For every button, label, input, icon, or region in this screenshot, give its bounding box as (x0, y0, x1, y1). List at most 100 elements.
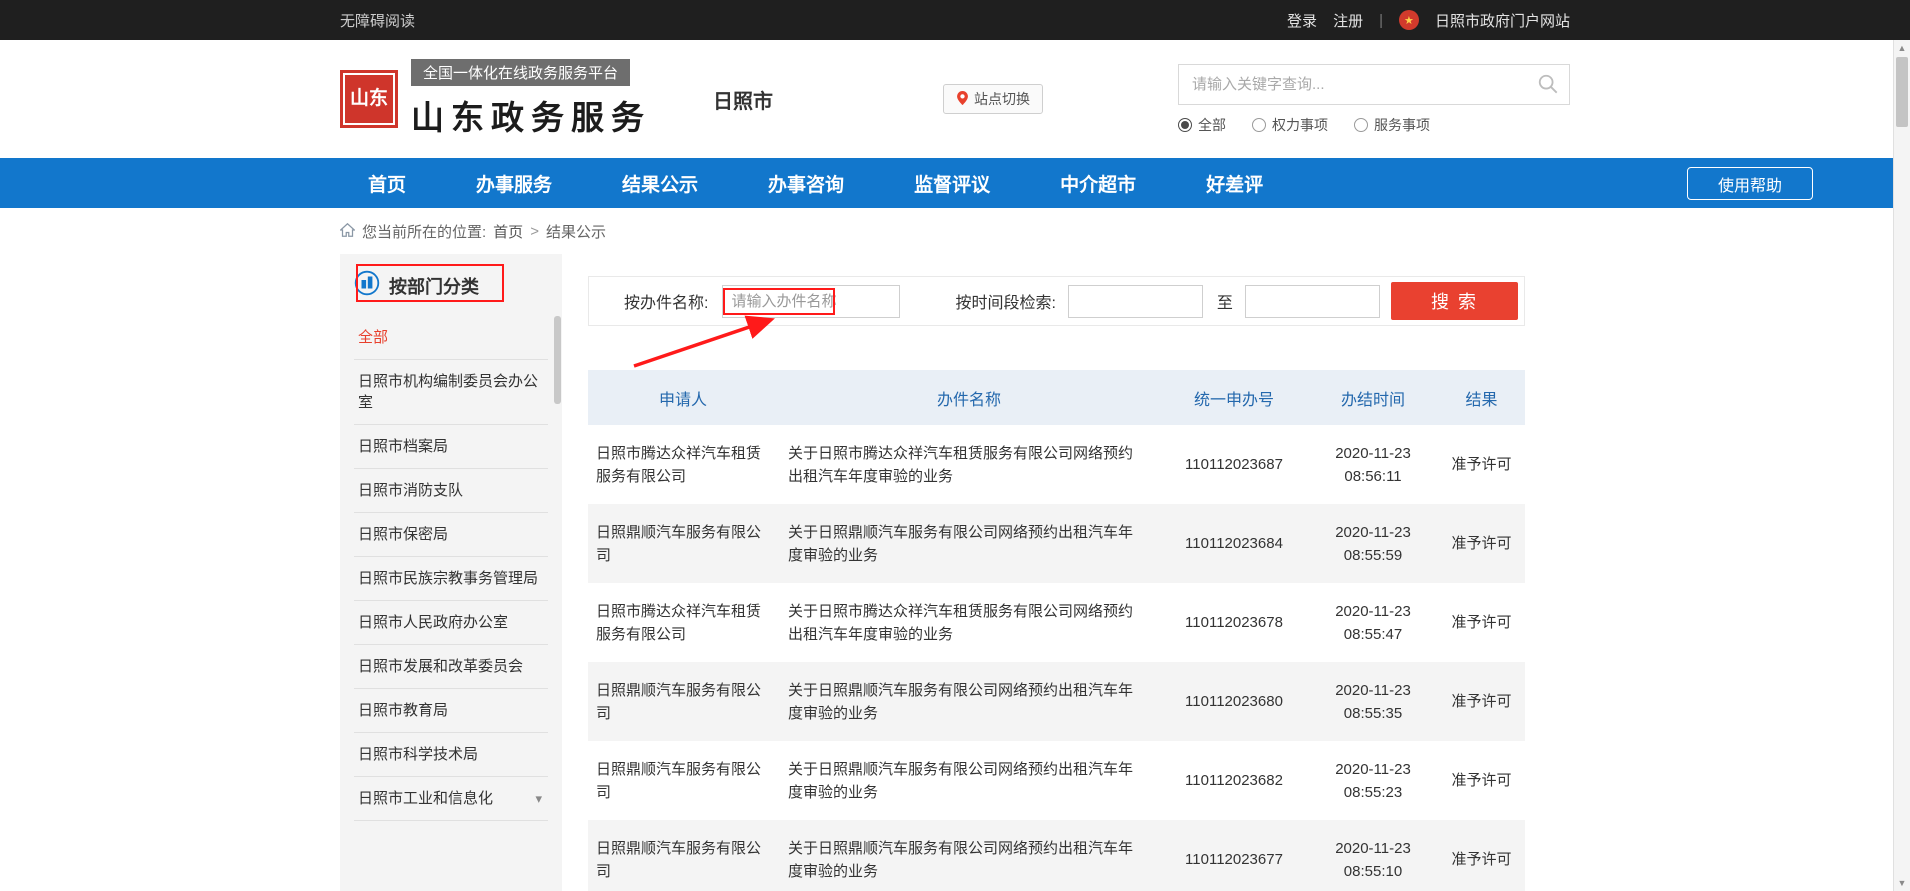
scrollbar-down-arrow[interactable]: ▼ (1894, 878, 1910, 888)
topbar-separator: | (1379, 12, 1383, 29)
breadcrumb-home-link[interactable]: 首页 (493, 221, 523, 242)
cell-apply-id: 110112023684 (1160, 504, 1308, 583)
nav-item-supervision[interactable]: 监督评议 (914, 170, 990, 197)
sidebar-item-education-bureau[interactable]: 日照市教育局 (354, 689, 548, 733)
search-area: 全部 权力事项 服务事项 (1178, 64, 1570, 135)
search-scope-radios: 全部 权力事项 服务事项 (1178, 115, 1570, 135)
sidebar-item-org-committee-office[interactable]: 日照市机构编制委员会办公室 (354, 360, 548, 425)
breadcrumb-prefix: 您当前所在的位置: (362, 221, 486, 242)
radio-unchecked-icon (1354, 118, 1368, 132)
radio-all[interactable]: 全部 (1178, 115, 1226, 135)
finish-clock: 08:56:11 (1344, 465, 1401, 488)
table-row[interactable]: 日照市腾达众祥汽车租赁服务有限公司 关于日照市腾达众祥汽车租赁服务有限公司网络预… (588, 425, 1525, 504)
sidebar-item-fire-brigade[interactable]: 日照市消防支队 (354, 469, 548, 513)
item-name-input[interactable] (722, 285, 900, 318)
sidebar-item-government-office[interactable]: 日照市人民政府办公室 (354, 601, 548, 645)
column-header-item-name: 办件名称 (778, 370, 1160, 425)
radio-service-items-label: 服务事项 (1374, 115, 1430, 135)
cell-finish-time: 2020-11-23 08:55:47 (1308, 583, 1438, 662)
help-button[interactable]: 使用帮助 (1687, 167, 1813, 200)
column-header-apply-id: 统一申办号 (1160, 370, 1308, 425)
page-scrollbar[interactable]: ▲ ▼ (1893, 40, 1910, 891)
sidebar-scrollbar-thumb[interactable] (554, 316, 561, 404)
login-link[interactable]: 登录 (1287, 10, 1317, 31)
nav-item-services[interactable]: 办事服务 (476, 170, 552, 197)
portal-link[interactable]: 日照市政府门户网站 (1435, 10, 1570, 31)
city-name: 日照市 (713, 85, 773, 114)
cell-result: 准予许可 (1438, 662, 1525, 741)
cell-item-name: 关于日照鼎顺汽车服务有限公司网络预约出租汽车年度审验的业务 (778, 820, 1160, 891)
chevron-down-icon[interactable]: ▾ (535, 788, 544, 809)
cell-apply-id: 110112023680 (1160, 662, 1308, 741)
keyword-search-input[interactable] (1178, 64, 1570, 105)
topbar: 无障碍阅读 登录 注册 | ★ 日照市政府门户网站 (0, 0, 1910, 40)
table-row[interactable]: 日照鼎顺汽车服务有限公司 关于日照鼎顺汽车服务有限公司网络预约出租汽车年度审验的… (588, 504, 1525, 583)
finish-clock: 08:55:59 (1344, 544, 1402, 567)
table-row[interactable]: 日照鼎顺汽车服务有限公司 关于日照鼎顺汽车服务有限公司网络预约出租汽车年度审验的… (588, 662, 1525, 741)
cell-apply-id: 110112023677 (1160, 820, 1308, 891)
date-from-input[interactable] (1068, 285, 1203, 318)
cell-finish-time: 2020-11-23 08:55:59 (1308, 504, 1438, 583)
results-table: 申请人 办件名称 统一申办号 办结时间 结果 日照市腾达众祥汽车租赁服务有限公司… (588, 370, 1525, 891)
radio-service-items[interactable]: 服务事项 (1354, 115, 1430, 135)
main-panel: 按办件名称: 按时间段检索: 至 搜 索 申请人 办件名称 统一申办号 办结时间… (588, 254, 1525, 891)
nav-item-consultation[interactable]: 办事咨询 (768, 170, 844, 197)
content-area: 按部门分类 全部 日照市机构编制委员会办公室 日照市档案局 日照市消防支队 日照… (340, 254, 1570, 891)
sidebar-title-bar: 按部门分类 (340, 254, 562, 316)
site-logo[interactable]: 山东 全国一体化在线政务服务平台 山东政务服务 (340, 59, 651, 139)
nav-item-results-publicity[interactable]: 结果公示 (622, 170, 698, 197)
sidebar-item-archives-bureau[interactable]: 日照市档案局 (354, 425, 548, 469)
name-filter-label: 按办件名称: (624, 289, 708, 313)
sidebar-item-ethnic-religious-affairs[interactable]: 日照市民族宗教事务管理局 (354, 557, 548, 601)
site-switch-button[interactable]: 站点切换 (943, 84, 1043, 114)
sidebar-item-development-reform[interactable]: 日照市发展和改革委员会 (354, 645, 548, 689)
sidebar-item-science-tech-bureau[interactable]: 日照市科学技术局 (354, 733, 548, 777)
main-nav: 首页 办事服务 结果公示 办事咨询 监督评议 中介超市 好差评 使用帮助 (0, 158, 1910, 208)
nav-item-intermediary-market[interactable]: 中介超市 (1060, 170, 1136, 197)
site-header: 山东 全国一体化在线政务服务平台 山东政务服务 日照市 站点切换 (0, 40, 1910, 158)
table-row[interactable]: 日照鼎顺汽车服务有限公司 关于日照鼎顺汽车服务有限公司网络预约出租汽车年度审验的… (588, 820, 1525, 891)
radio-checked-icon (1178, 118, 1192, 132)
search-button[interactable]: 搜 索 (1391, 282, 1518, 320)
search-icon[interactable] (1537, 73, 1559, 100)
date-to-input[interactable] (1245, 285, 1380, 318)
finish-clock: 08:55:35 (1344, 702, 1402, 725)
cell-applicant: 日照鼎顺汽车服务有限公司 (588, 741, 778, 820)
finish-clock: 08:55:23 (1344, 781, 1402, 804)
cell-item-name: 关于日照鼎顺汽车服务有限公司网络预约出租汽车年度审验的业务 (778, 504, 1160, 583)
logo-text: 全国一体化在线政务服务平台 山东政务服务 (411, 59, 651, 139)
cell-finish-time: 2020-11-23 08:55:10 (1308, 820, 1438, 891)
category-icon (354, 270, 380, 301)
radio-power-items[interactable]: 权力事项 (1252, 115, 1328, 135)
nav-item-rating[interactable]: 好差评 (1206, 170, 1263, 197)
cell-applicant: 日照市腾达众祥汽车租赁服务有限公司 (588, 583, 778, 662)
sidebar-item-secrecy-bureau[interactable]: 日照市保密局 (354, 513, 548, 557)
home-icon (340, 223, 355, 241)
table-row[interactable]: 日照市腾达众祥汽车租赁服务有限公司 关于日照市腾达众祥汽车租赁服务有限公司网络预… (588, 583, 1525, 662)
accessibility-link[interactable]: 无障碍阅读 (340, 10, 415, 31)
sidebar-title: 按部门分类 (389, 273, 479, 299)
sidebar-item-industry-it[interactable]: 日照市工业和信息化 ▾ (354, 777, 548, 821)
column-header-applicant: 申请人 (588, 370, 778, 425)
register-link[interactable]: 注册 (1333, 10, 1363, 31)
cell-finish-time: 2020-11-23 08:55:23 (1308, 741, 1438, 820)
table-row[interactable]: 日照鼎顺汽车服务有限公司 关于日照鼎顺汽车服务有限公司网络预约出租汽车年度审验的… (588, 741, 1525, 820)
finish-date: 2020-11-23 (1335, 679, 1411, 702)
finish-date: 2020-11-23 (1335, 442, 1411, 465)
finish-date: 2020-11-23 (1335, 837, 1411, 860)
scrollbar-up-arrow[interactable]: ▲ (1894, 43, 1910, 53)
cell-item-name: 关于日照鼎顺汽车服务有限公司网络预约出租汽车年度审验的业务 (778, 741, 1160, 820)
cell-finish-time: 2020-11-23 08:56:11 (1308, 425, 1438, 504)
scrollbar-thumb[interactable] (1896, 57, 1908, 127)
cell-item-name: 关于日照鼎顺汽车服务有限公司网络预约出租汽车年度审验的业务 (778, 662, 1160, 741)
cell-result: 准予许可 (1438, 583, 1525, 662)
breadcrumb-current: 结果公示 (546, 221, 606, 242)
nav-item-home[interactable]: 首页 (368, 170, 406, 197)
department-list: 全部 日照市机构编制委员会办公室 日照市档案局 日照市消防支队 日照市保密局 日… (340, 316, 562, 821)
sidebar-item-all[interactable]: 全部 (354, 316, 548, 360)
cell-applicant: 日照市腾达众祥汽车租赁服务有限公司 (588, 425, 778, 504)
cell-applicant: 日照鼎顺汽车服务有限公司 (588, 662, 778, 741)
seal-logo-icon: 山东 (340, 70, 398, 128)
time-filter-label: 按时间段检索: (955, 289, 1055, 313)
name-input-wrap (722, 285, 900, 318)
